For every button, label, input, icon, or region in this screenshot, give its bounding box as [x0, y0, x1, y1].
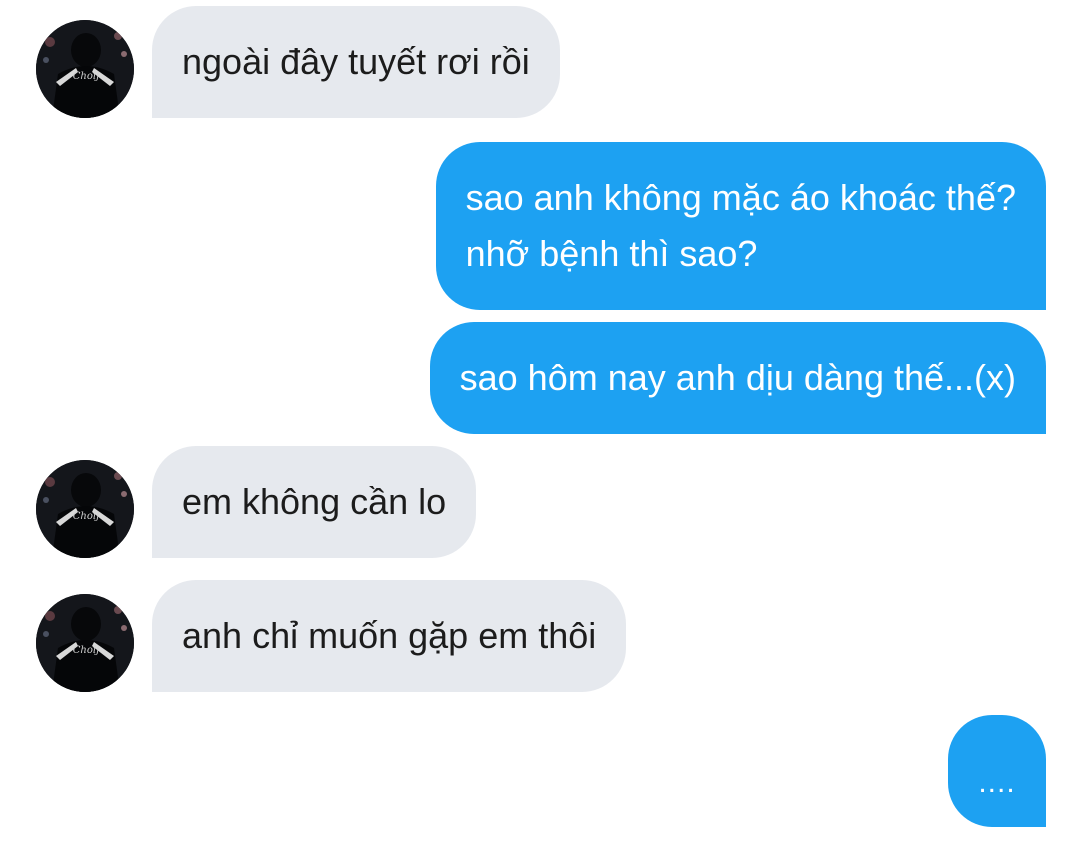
message-row: Choij em không cần lo	[0, 446, 1080, 558]
avatar[interactable]: Choij	[36, 20, 134, 118]
message-text: sao hôm nay anh dịu dàng thế...(x)	[459, 357, 1016, 398]
message-row: Choij ngoài đây tuyết rơi rồi	[0, 6, 1080, 118]
incoming-message-bubble[interactable]: ngoài đây tuyết rơi rồi	[152, 6, 560, 118]
incoming-message-bubble[interactable]: em không cần lo	[152, 446, 477, 558]
avatar[interactable]: Choij	[36, 460, 134, 558]
avatar-jersey-text: Choij	[73, 645, 99, 656]
message-text: anh chỉ muốn gặp em thôi	[182, 615, 597, 656]
outgoing-message-bubble[interactable]: sao anh không mặc áo khoác thế? nhỡ bệnh…	[435, 142, 1046, 310]
avatar-image: Choij	[36, 460, 134, 558]
outgoing-message-bubble[interactable]: sao hôm nay anh dịu dàng thế...(x)	[429, 322, 1046, 434]
avatar-jersey-text: Choij	[73, 71, 99, 82]
typing-indicator-bubble: ....	[948, 715, 1046, 827]
incoming-message-bubble[interactable]: anh chỉ muốn gặp em thôi	[152, 580, 627, 692]
message-text-line: sao anh không mặc áo khoác thế?	[465, 177, 1016, 218]
typing-dots: ....	[978, 766, 1016, 799]
avatar-image: Choij	[36, 594, 134, 692]
avatar-jersey-text: Choij	[73, 511, 99, 522]
avatar[interactable]: Choij	[36, 594, 134, 692]
message-row: Choij anh chỉ muốn gặp em thôi	[0, 580, 1080, 692]
message-text: em không cần lo	[182, 481, 447, 522]
avatar-image: Choij	[36, 20, 134, 118]
message-text: ngoài đây tuyết rơi rồi	[182, 41, 530, 82]
message-text-line: nhỡ bệnh thì sao?	[465, 233, 758, 274]
